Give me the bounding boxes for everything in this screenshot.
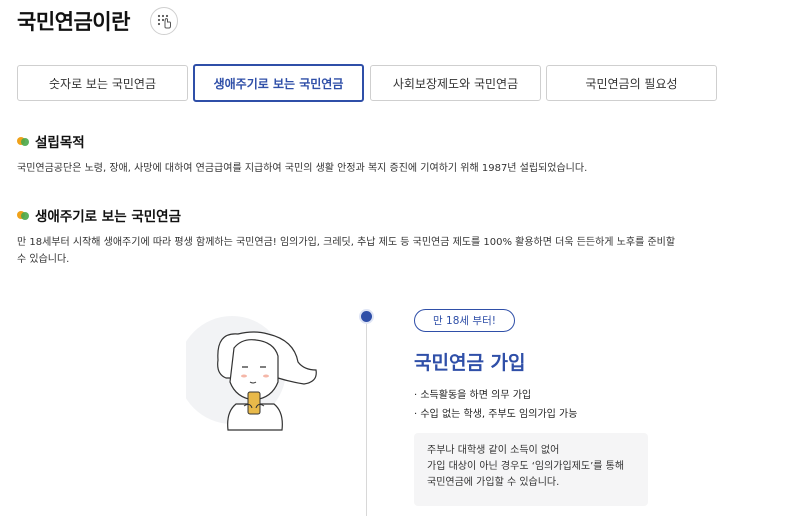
stage-note-line: 국민연금에 가입할 수 있습니다. (427, 477, 560, 488)
section-founding-title: 설립목적 (35, 135, 85, 151)
stage-note-line: 주부나 대학생 같이 소득이 없어 (427, 445, 560, 456)
section-lifecycle-text-line2: 수 있습니다. (17, 254, 70, 265)
section-bullet-icon (17, 136, 29, 146)
tab-lifecycle[interactable]: 생애주기로 보는 국민연금 (193, 64, 364, 102)
timeline-dot-icon (361, 311, 372, 322)
stage-note-box: 주부나 대학생 같이 소득이 없어 가입 대상이 아닌 경우도 ‘임의가입제도’… (414, 433, 648, 506)
stage-bullet-item: 수입 없는 학생, 주부도 임의가입 가능 (414, 405, 577, 424)
student-illustration (186, 316, 317, 431)
section-founding-header: 설립목적 (17, 131, 85, 151)
tab-necessity[interactable]: 국민연금의 필요성 (546, 65, 717, 101)
stage-title: 국민연금 가입 (414, 352, 526, 374)
stage-bullet-item: 소득활동을 하면 의무 가입 (414, 386, 577, 405)
braille-icon (157, 14, 171, 29)
section-bullet-icon (17, 210, 29, 220)
section-lifecycle-header: 생애주기로 보는 국민연금 (17, 205, 181, 225)
section-lifecycle-title: 생애주기로 보는 국민연금 (35, 209, 182, 225)
timeline-line (366, 316, 367, 516)
section-lifecycle-text: 만 18세부터 시작해 생애주기에 따라 평생 함께하는 국민연금! 임의가입,… (17, 234, 675, 268)
stage-bullet-list: 소득활동을 하면 의무 가입 수입 없는 학생, 주부도 임의가입 가능 (414, 386, 577, 424)
stage-note-line: 가입 대상이 아닌 경우도 ‘임의가입제도’를 통해 (427, 461, 625, 472)
age-badge: 만 18세 부터! (414, 309, 515, 332)
tab-social-security[interactable]: 사회보장제도와 국민연금 (370, 65, 541, 101)
section-founding-text: 국민연금공단은 노령, 장애, 사망에 대하여 연금급여를 지급하여 국민의 생… (17, 163, 588, 174)
page-title: 국민연금이란 (17, 10, 130, 34)
braille-button[interactable] (150, 7, 178, 35)
tab-numbers[interactable]: 숫자로 보는 국민연금 (17, 65, 188, 101)
section-lifecycle-text-line1: 만 18세부터 시작해 생애주기에 따라 평생 함께하는 국민연금! 임의가입,… (17, 237, 676, 248)
